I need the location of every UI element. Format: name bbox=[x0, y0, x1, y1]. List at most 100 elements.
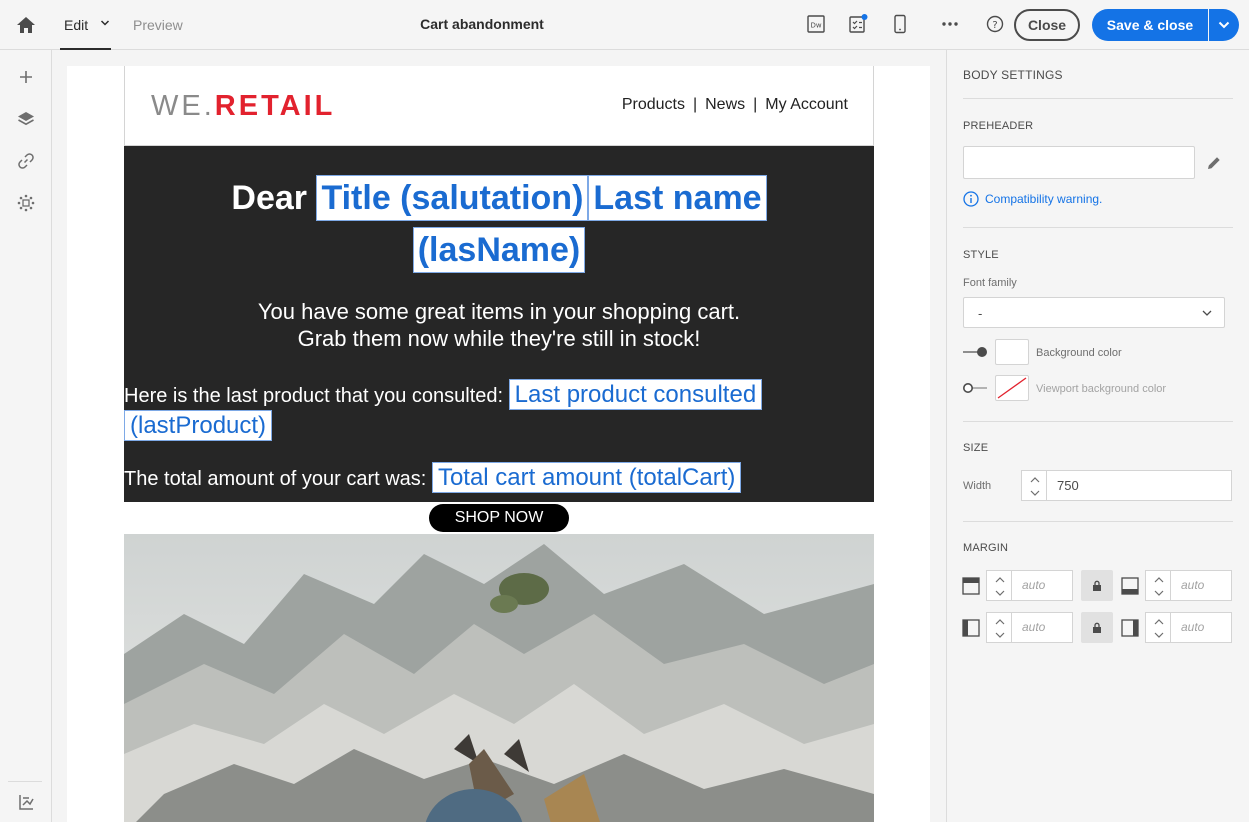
margin-bottom-stepper[interactable] bbox=[1145, 570, 1171, 601]
save-close-button[interactable]: Save & close bbox=[1092, 9, 1208, 41]
we-retail-logo: WE.RETAIL bbox=[151, 90, 335, 123]
lock-icon bbox=[1093, 622, 1101, 633]
tab-edit-label: Edit bbox=[64, 17, 89, 33]
margin-right-input[interactable]: auto bbox=[1170, 612, 1232, 643]
email-header[interactable]: WE.RETAIL Products | News | My Account bbox=[124, 66, 874, 146]
chevron-up-icon[interactable] bbox=[1154, 619, 1164, 625]
margin-lock-button[interactable] bbox=[1081, 612, 1113, 643]
left-toolbar bbox=[0, 50, 52, 822]
personalization-field-total[interactable]: Total cart amount (totalCart) bbox=[431, 462, 742, 493]
personalization-icon[interactable] bbox=[16, 193, 36, 213]
chevron-up-icon[interactable] bbox=[1154, 577, 1164, 583]
background-color-swatch[interactable] bbox=[995, 339, 1029, 365]
font-family-value: - bbox=[978, 306, 983, 321]
email-nav: Products | News | My Account bbox=[622, 96, 848, 114]
chevron-up-icon[interactable] bbox=[995, 577, 1005, 583]
dreamweaver-icon[interactable]: Dw bbox=[806, 14, 826, 34]
width-stepper[interactable] bbox=[1021, 470, 1047, 501]
chevron-down-icon[interactable] bbox=[995, 590, 1005, 596]
compatibility-warning-text: Compatibility warning. bbox=[985, 192, 1103, 206]
margin-bottom-icon bbox=[1121, 577, 1139, 595]
chevron-down-icon[interactable] bbox=[100, 18, 110, 28]
rail-divider bbox=[8, 781, 42, 782]
viewport-background-toggle[interactable] bbox=[962, 382, 988, 394]
margin-left-icon bbox=[962, 619, 980, 637]
email-content-block[interactable]: Dear Title (salutation) Last name (lasNam… bbox=[124, 146, 874, 502]
link-icon[interactable] bbox=[16, 151, 36, 171]
last-product-paragraph: Here is the last product that you consul… bbox=[124, 379, 824, 441]
preheader-input[interactable] bbox=[963, 146, 1195, 179]
margin-top-stepper[interactable] bbox=[986, 570, 1012, 601]
personalization-field-last-product-key[interactable]: (lastProduct) bbox=[124, 410, 273, 441]
nav-separator: | bbox=[692, 96, 698, 113]
chevron-down-icon[interactable] bbox=[995, 632, 1005, 638]
chevron-down-icon[interactable] bbox=[1154, 590, 1164, 596]
info-icon bbox=[963, 191, 979, 207]
personalization-field-lastname-key[interactable]: (lasName) bbox=[412, 227, 586, 273]
intro-line-1: You have some great items in your shoppi… bbox=[257, 299, 741, 324]
mountain-photo bbox=[124, 534, 874, 822]
page-title: Cart abandonment bbox=[420, 16, 544, 32]
margin-left-input[interactable]: auto bbox=[1011, 612, 1073, 643]
more-icon[interactable] bbox=[940, 14, 960, 34]
personalization-field-last-product[interactable]: Last product consulted bbox=[508, 379, 763, 410]
nav-my-account[interactable]: My Account bbox=[765, 96, 848, 113]
save-options-button[interactable] bbox=[1209, 9, 1239, 41]
add-icon[interactable] bbox=[16, 67, 36, 87]
chevron-up-icon[interactable] bbox=[995, 619, 1005, 625]
margin-right-icon bbox=[1121, 619, 1139, 637]
close-button[interactable]: Close bbox=[1014, 9, 1080, 41]
chevron-down-icon[interactable] bbox=[1030, 490, 1040, 496]
nav-news[interactable]: News bbox=[705, 96, 745, 113]
mobile-preview-icon[interactable] bbox=[890, 14, 910, 34]
personalization-field-lastname[interactable]: Last name bbox=[588, 175, 767, 221]
layers-icon[interactable] bbox=[16, 109, 36, 129]
background-color-toggle[interactable] bbox=[962, 346, 988, 358]
compatibility-warning-link[interactable]: Compatibility warning. bbox=[963, 191, 1102, 207]
properties-icon[interactable] bbox=[16, 792, 36, 812]
font-family-label: Font family bbox=[963, 277, 1017, 289]
editor-canvas: WE.RETAIL Products | News | My Account Dear … bbox=[52, 50, 946, 822]
preheader-heading: PREHEADER bbox=[963, 120, 1034, 132]
chevron-down-icon[interactable] bbox=[1154, 632, 1164, 638]
margin-right-stepper[interactable] bbox=[1145, 612, 1171, 643]
pencil-icon[interactable] bbox=[1205, 154, 1223, 172]
tab-edit[interactable]: Edit bbox=[60, 0, 111, 50]
font-family-select[interactable]: - bbox=[963, 297, 1225, 328]
style-heading: STYLE bbox=[963, 249, 999, 261]
margin-lock-button[interactable] bbox=[1081, 570, 1113, 601]
margin-left-stepper[interactable] bbox=[986, 612, 1012, 643]
home-icon[interactable] bbox=[14, 13, 38, 37]
logo-we: WE. bbox=[151, 90, 215, 122]
viewport-background-swatch[interactable] bbox=[995, 375, 1029, 401]
greeting-text: Dear bbox=[231, 179, 307, 217]
help-icon[interactable]: ? bbox=[985, 14, 1005, 34]
viewport-background-label: Viewport background color bbox=[1036, 383, 1167, 395]
margin-heading: MARGIN bbox=[963, 542, 1009, 554]
personalization-field-title[interactable]: Title (salutation) bbox=[316, 175, 589, 221]
shop-now-button[interactable]: SHOP NOW bbox=[429, 504, 569, 532]
nav-separator: | bbox=[753, 96, 758, 113]
intro-text: You have some great items in your shoppi… bbox=[124, 298, 874, 352]
width-label: Width bbox=[963, 480, 992, 492]
chevron-down-icon bbox=[1218, 21, 1230, 29]
properties-panel: BODY SETTINGS PREHEADER Compatibility wa… bbox=[946, 50, 1249, 822]
no-color-icon bbox=[997, 377, 1027, 399]
chevron-up-icon[interactable] bbox=[1030, 477, 1040, 483]
top-bar: Edit Preview Cart abandonment Dw ? Close… bbox=[0, 0, 1249, 50]
checklist-icon[interactable] bbox=[848, 14, 868, 34]
svg-text:Dw: Dw bbox=[810, 22, 821, 30]
width-input[interactable]: 750 bbox=[1046, 470, 1232, 501]
nav-products[interactable]: Products bbox=[622, 96, 685, 113]
divider bbox=[963, 521, 1233, 522]
divider bbox=[963, 227, 1233, 228]
margin-bottom-input[interactable]: auto bbox=[1170, 570, 1232, 601]
hero-image[interactable] bbox=[124, 534, 874, 822]
divider bbox=[963, 98, 1233, 99]
greeting-heading: Dear Title (salutation) Last name (lasNam… bbox=[124, 172, 874, 276]
total-paragraph: The total amount of your cart was: Total… bbox=[124, 462, 824, 493]
tab-preview[interactable]: Preview bbox=[133, 17, 183, 33]
margin-top-input[interactable]: auto bbox=[1011, 570, 1073, 601]
intro-line-2: Grab them now while they're still in sto… bbox=[297, 326, 701, 351]
size-heading: SIZE bbox=[963, 442, 989, 454]
